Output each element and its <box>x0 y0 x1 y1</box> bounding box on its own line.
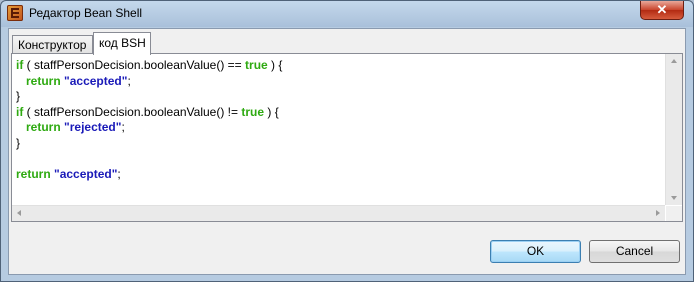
string-token: "rejected" <box>64 120 122 134</box>
code-line: } <box>16 136 20 150</box>
scroll-left-arrow-icon[interactable] <box>17 210 21 216</box>
code-token: ; <box>121 120 125 134</box>
ok-button[interactable]: OK <box>490 240 581 263</box>
code-token: ; <box>127 73 131 88</box>
app-icon <box>7 5 23 21</box>
code-token: ( staffPersonDecision.booleanValue() == <box>23 58 246 72</box>
scrollbar-corner <box>666 206 682 221</box>
code-token: ) { <box>267 58 283 72</box>
tab-constructor[interactable]: Конструктор <box>12 35 93 54</box>
string-token: "accepted" <box>64 73 128 88</box>
close-button[interactable]: ✕ <box>640 1 684 20</box>
keyword-token: true <box>241 104 265 119</box>
code-editor[interactable]: if ( staffPersonDecision.booleanValue() … <box>13 55 665 207</box>
code-line: return "accepted"; <box>16 167 121 181</box>
tab-bsh-code[interactable]: код BSH <box>93 32 151 55</box>
string-token: "accepted" <box>54 166 118 181</box>
code-line: } <box>16 89 20 103</box>
vertical-scrollbar[interactable] <box>665 54 682 205</box>
keyword-token: true <box>245 58 268 72</box>
scroll-right-arrow-icon[interactable] <box>656 210 660 216</box>
code-line: if ( staffPersonDecision.booleanValue() … <box>16 105 279 119</box>
code-token: ; <box>117 166 121 181</box>
scroll-down-arrow-icon[interactable] <box>671 196 677 200</box>
tab-panel-bsh-code: if ( staffPersonDecision.booleanValue() … <box>11 53 683 222</box>
code-line: return "accepted"; <box>16 74 131 88</box>
code-token: } <box>16 89 21 103</box>
keyword-token: return <box>26 120 61 134</box>
scroll-up-arrow-icon[interactable] <box>671 59 677 63</box>
keyword-token: return <box>26 73 61 88</box>
keyword-token: return <box>16 166 51 181</box>
code-line: if ( staffPersonDecision.booleanValue() … <box>16 58 282 72</box>
code-token: ) { <box>264 104 279 119</box>
code-text[interactable]: if ( staffPersonDecision.booleanValue() … <box>13 55 665 182</box>
bean-shell-editor-dialog: Редактор Bean Shell ✕ Конструктор код BS… <box>0 0 694 282</box>
code-line: return "rejected"; <box>16 120 125 134</box>
cancel-button[interactable]: Cancel <box>589 240 680 263</box>
code-token: ( staffPersonDecision.booleanValue() != <box>23 104 242 119</box>
title-bar[interactable]: Редактор Bean Shell ✕ <box>1 1 693 27</box>
code-token: } <box>16 135 21 150</box>
dialog-client-area: Конструктор код BSH if ( staffPersonDeci… <box>8 28 686 275</box>
horizontal-scrollbar[interactable] <box>12 205 665 221</box>
window-title: Редактор Bean Shell <box>29 6 143 20</box>
